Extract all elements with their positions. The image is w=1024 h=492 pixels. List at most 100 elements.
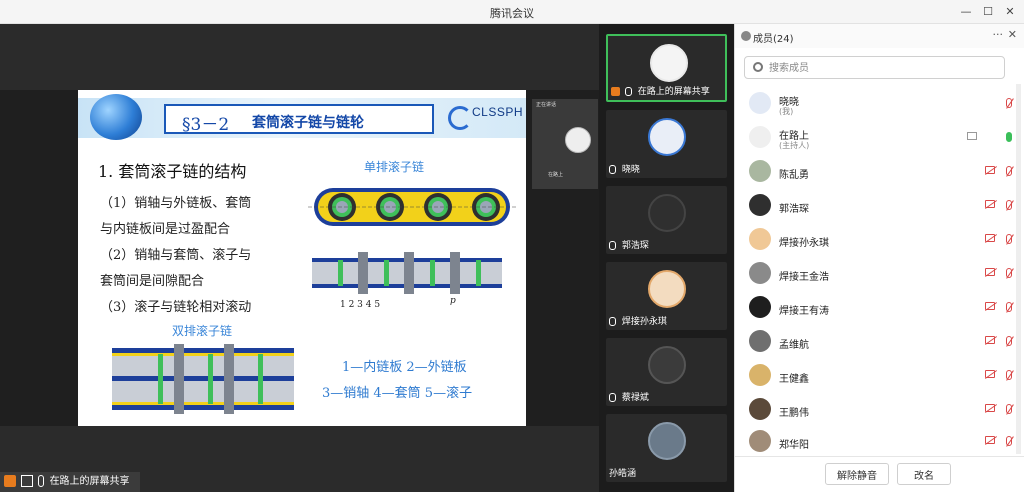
avatar	[749, 330, 771, 352]
mic-muted-icon[interactable]	[1006, 166, 1012, 176]
member-row[interactable]: 孟维航	[735, 324, 1024, 358]
member-name: 焊接王有涛	[779, 306, 829, 317]
avatar	[749, 262, 771, 284]
maximize-button[interactable]: ☐	[977, 3, 999, 21]
mic-muted-icon[interactable]	[1006, 370, 1012, 380]
member-row[interactable]: 郑华阳	[735, 424, 1024, 458]
window-title: 腾讯会议	[490, 7, 534, 20]
member-row[interactable]: 王健鑫	[735, 358, 1024, 392]
screen-share-icon	[21, 475, 34, 487]
member-row[interactable]: 晓晓 (我)	[735, 86, 1024, 120]
member-role: (主持人)	[779, 141, 810, 150]
slide-line-1: （1）销轴与外链板、套筒	[100, 196, 252, 211]
camera-off-icon[interactable]	[985, 200, 995, 208]
avatar	[648, 118, 686, 156]
slide-line-3: （2）销轴与套筒、滚子与	[100, 248, 252, 263]
globe-icon	[90, 94, 142, 140]
mic-muted-icon[interactable]	[1006, 302, 1012, 312]
close-window-button[interactable]: ✕	[999, 3, 1021, 21]
clssph-logo: CLSSPH	[442, 102, 523, 134]
presentation-slide: §3－2 套筒滚子链与链轮 CLSSPH 1. 套筒滚子链的结构 （1）销轴与外…	[78, 90, 526, 426]
member-name: 王健鑫	[779, 374, 809, 385]
double-chain-label: 双排滚子链	[172, 324, 233, 338]
avatar	[648, 422, 686, 460]
camera-off-icon[interactable]	[985, 436, 995, 444]
member-row[interactable]: 王鹏伟	[735, 392, 1024, 426]
camera-off-icon[interactable]	[985, 166, 995, 174]
video-tile-xiaoxiao[interactable]: 晓晓	[606, 110, 727, 178]
camera-off-icon[interactable]	[985, 336, 995, 344]
mic-muted-icon[interactable]	[1006, 98, 1012, 108]
camera-off-icon[interactable]	[985, 302, 995, 310]
mic-muted-icon[interactable]	[1006, 234, 1012, 244]
mic-active-icon[interactable]	[1006, 132, 1012, 142]
mic-icon	[609, 241, 616, 250]
video-tile-label: 郭浩琛	[609, 238, 649, 251]
member-search-box[interactable]	[744, 56, 1005, 79]
mic-icon	[38, 475, 45, 487]
video-tile-sunyongqi[interactable]: 焊接孙永琪	[606, 262, 727, 330]
presenter-mini-name: 在路上	[548, 172, 564, 178]
video-tile-sharer[interactable]: 在路上的屏幕共享	[606, 34, 727, 102]
slide-title-box: §3－2 套筒滚子链与链轮	[164, 104, 434, 135]
members-panel-footer: 解除静音 改名	[735, 456, 1024, 492]
member-row[interactable]: 陈乱勇	[735, 154, 1024, 188]
avatar	[749, 126, 771, 148]
avatar	[749, 160, 771, 182]
video-tile-sunhaohan[interactable]: 孙皓涵	[606, 414, 727, 482]
single-chain-side-drawing	[312, 252, 502, 294]
members-panel: 成员(24) ··· ✕ 晓晓 (我) 在路上 (主持人) 陈乱勇 郭浩琛 焊接…	[734, 24, 1024, 492]
mic-muted-icon[interactable]	[1006, 268, 1012, 278]
member-list-scrollbar[interactable]	[1016, 84, 1021, 454]
mic-muted-icon[interactable]	[1006, 336, 1012, 346]
video-tile-guohaochen[interactable]: 郭浩琛	[606, 186, 727, 254]
camera-off-icon[interactable]	[985, 404, 995, 412]
video-tile-name: 在路上的屏幕共享	[637, 87, 710, 97]
logo-arc-icon	[448, 106, 472, 130]
presenter-mini-header: 正在讲话	[536, 102, 557, 108]
search-icon	[753, 62, 763, 72]
share-status-text: 在路上的屏幕共享	[49, 476, 130, 487]
slide-line-4: 套筒间是间隙配合	[100, 274, 205, 289]
video-tile-cailubin[interactable]: 蔡禄斌	[606, 338, 727, 406]
members-title: 成员(24)	[753, 34, 794, 45]
mic-muted-icon[interactable]	[1006, 436, 1012, 446]
search-input[interactable]	[769, 60, 999, 76]
member-row[interactable]: 在路上 (主持人)	[735, 120, 1024, 154]
member-row[interactable]: 焊接孙永琪	[735, 222, 1024, 256]
screen-share-icon	[967, 132, 977, 140]
avatar	[749, 296, 771, 318]
stage-top-band	[0, 24, 599, 90]
avatar	[749, 194, 771, 216]
camera-off-icon[interactable]	[985, 268, 995, 276]
rename-button[interactable]: 改名	[897, 463, 951, 485]
member-name: 郑华阳	[779, 440, 809, 451]
avatar	[749, 92, 771, 114]
members-panel-header: 成员(24) ··· ✕	[735, 24, 1024, 48]
presenter-mini-tile[interactable]: 正在讲话 在路上	[532, 99, 598, 189]
video-tile-label: 晓晓	[609, 162, 640, 175]
camera-off-icon[interactable]	[985, 370, 995, 378]
mic-muted-icon[interactable]	[1006, 404, 1012, 414]
minimize-button[interactable]: —	[955, 3, 977, 21]
video-tile-label: 孙皓涵	[609, 466, 636, 479]
more-options-button[interactable]: ···	[993, 28, 1004, 41]
member-role: (我)	[779, 107, 794, 116]
video-tile-name: 郭浩琛	[621, 241, 649, 251]
video-tile-label: 焊接孙永琪	[609, 314, 667, 327]
video-tile-name: 晓晓	[621, 165, 640, 175]
avatar	[648, 346, 686, 384]
unmute-all-button[interactable]: 解除静音	[825, 463, 889, 485]
mic-icon	[624, 87, 632, 96]
member-row[interactable]: 郭浩琛	[735, 188, 1024, 222]
close-panel-button[interactable]: ✕	[1008, 28, 1017, 41]
legend-line-2: 3—销轴 4—套筒 5—滚子	[322, 386, 473, 401]
member-row[interactable]: 焊接王金浩	[735, 256, 1024, 290]
pitch-label: p	[450, 296, 456, 306]
video-tile-label: 蔡禄斌	[609, 390, 649, 403]
mic-icon	[609, 317, 616, 326]
member-row[interactable]: 焊接王有涛	[735, 290, 1024, 324]
slide-header: §3－2 套筒滚子链与链轮 CLSSPH	[78, 94, 526, 140]
mic-muted-icon[interactable]	[1006, 200, 1012, 210]
camera-off-icon[interactable]	[985, 234, 995, 242]
